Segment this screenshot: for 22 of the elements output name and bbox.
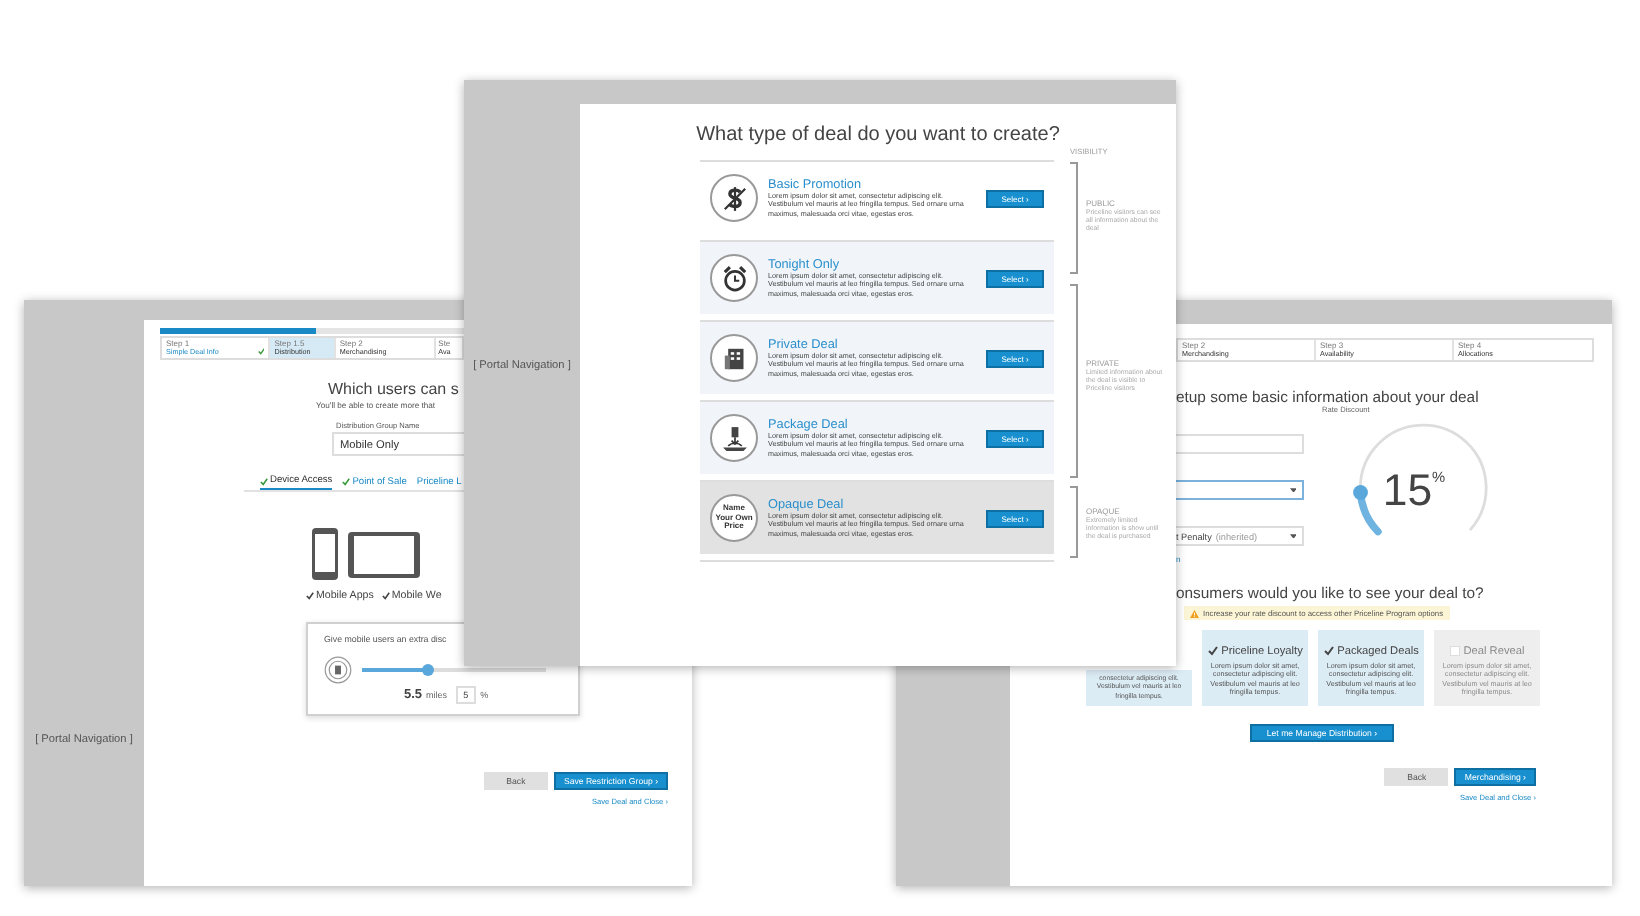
alarm-clock-icon <box>710 254 758 302</box>
check-icon <box>260 477 268 485</box>
dollar-icon <box>710 174 758 222</box>
check-icon <box>257 348 265 356</box>
gauge-thumb[interactable] <box>1353 485 1368 500</box>
page-title: What type of deal do you want to create? <box>694 124 1062 146</box>
phone-range-icon <box>324 656 352 684</box>
discount-value: 15$^{%}$ <box>1382 464 1446 515</box>
dropdown[interactable] <box>1176 480 1304 500</box>
page-title: Which users can s <box>328 380 459 398</box>
phone-tablet-icon <box>310 526 422 582</box>
discount-gauge[interactable]: 15$^{%}$ <box>1314 414 1514 562</box>
warning-icon <box>1190 609 1199 617</box>
check-icon <box>342 478 351 486</box>
checkbox[interactable] <box>1207 646 1218 657</box>
checkbox[interactable] <box>381 592 390 600</box>
checkbox[interactable] <box>1323 646 1334 657</box>
input-field[interactable] <box>1176 434 1304 454</box>
slider-thumb[interactable] <box>422 663 435 675</box>
caret-icon <box>1289 487 1296 493</box>
caret-icon <box>1289 533 1296 539</box>
checkbox[interactable] <box>306 592 314 600</box>
